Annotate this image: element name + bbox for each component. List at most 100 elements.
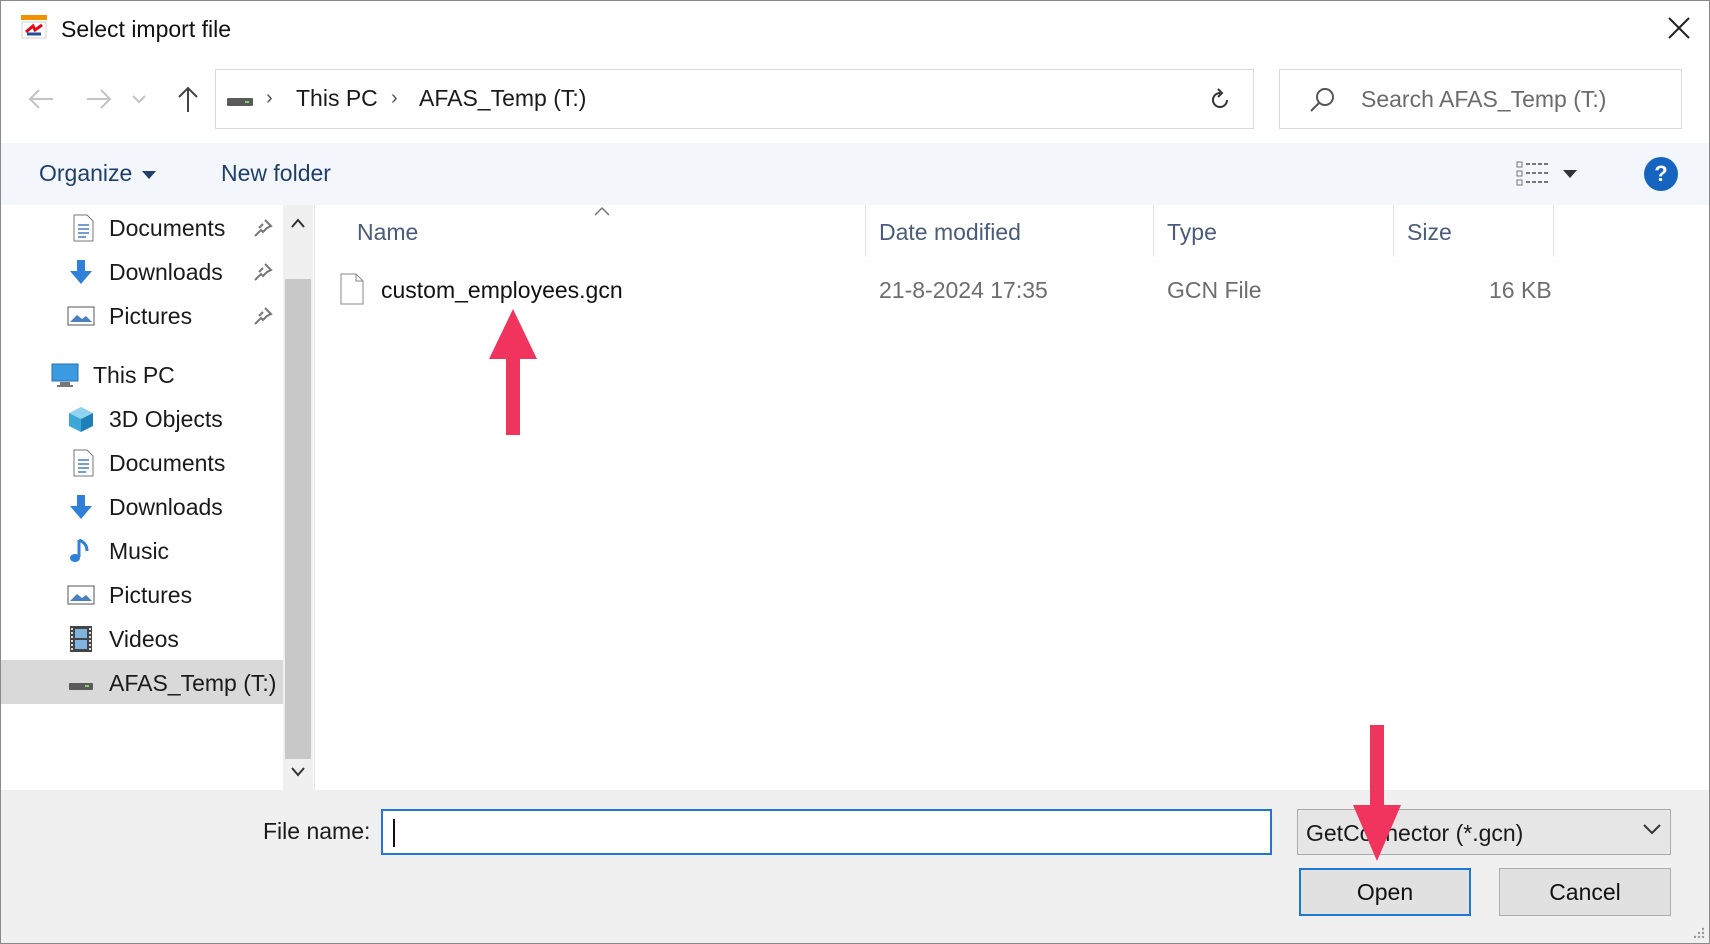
sidebar-item-pictures-pinned[interactable]: Pictures [1,293,283,337]
search-box[interactable]: Search AFAS_Temp (T:) [1279,69,1682,129]
navigation-pane: Documents Downloads Pictures This PC 3D … [1,205,315,790]
caret-down-icon [142,170,157,179]
pictures-icon [67,306,95,326]
resize-grip-icon[interactable] [1691,925,1705,939]
caret-down-icon [1563,170,1577,178]
search-icon [1310,88,1334,112]
sidebar-item-pictures[interactable]: Pictures [1,572,283,616]
file-type-value: GetConnector (*.gcn) [1306,820,1524,846]
downloads-icon [70,495,92,519]
app-logo-icon [21,15,47,39]
file-dialog: Select import file › This PC › AFAS_Temp… [0,0,1710,944]
search-placeholder: Search AFAS_Temp (T:) [1361,86,1607,112]
chevron-up-icon [291,218,305,228]
sort-ascending-icon [594,206,610,216]
sidebar-item-label: Pictures [109,582,193,608]
scroll-up-button[interactable] [283,205,313,241]
pin-icon [254,263,273,281]
organize-button[interactable]: Organize [39,160,157,187]
column-divider[interactable] [1393,205,1394,257]
downloads-icon [70,260,92,284]
file-type: GCN File [1167,277,1262,303]
column-header-size[interactable]: Size [1407,219,1452,251]
column-divider[interactable] [1153,205,1154,257]
chevron-down-icon [291,767,305,777]
sidebar-item-this-pc[interactable]: This PC [1,352,283,396]
organize-label: Organize [39,160,133,186]
drive-icon [227,98,253,106]
file-row[interactable]: custom_employees.gcn 21-8-2024 17:35 GCN… [331,267,1671,311]
column-header-name[interactable]: Name [357,219,418,251]
sidebar-item-3d-objects[interactable]: 3D Objects [1,396,283,440]
crumb-separator: › [266,87,273,109]
sidebar-item-downloads[interactable]: Downloads [1,484,283,528]
3d-objects-icon [69,407,93,432]
pin-icon [254,219,273,237]
arrow-left-icon [28,89,53,109]
close-icon [1668,17,1690,39]
sidebar-item-afas-temp[interactable]: AFAS_Temp (T:) [1,660,283,704]
cancel-button[interactable]: Cancel [1499,868,1671,916]
scroll-down-button[interactable] [283,754,313,790]
file-icon [340,273,364,305]
command-toolbar: Organize New folder [1,143,1709,205]
sidebar-item-label: 3D Objects [109,406,223,432]
crumb-separator: › [391,87,398,109]
open-button[interactable]: Open [1299,868,1471,916]
file-name-label: File name: [263,818,371,844]
change-view-button[interactable] [1516,157,1588,191]
pin-icon [254,307,273,325]
file-date-modified: 21-8-2024 17:35 [879,277,1048,303]
column-header-type[interactable]: Type [1167,219,1217,251]
drive-icon [69,683,93,690]
videos-icon [70,626,92,652]
sidebar-item-label: Downloads [109,259,223,285]
pictures-icon [67,585,95,605]
sidebar-item-documents[interactable]: Documents [1,440,283,484]
sidebar-item-label: Documents [109,450,226,476]
column-header-date-modified[interactable]: Date modified [879,219,1021,251]
address-bar[interactable]: › This PC › AFAS_Temp (T:) [215,69,1380,129]
help-button[interactable]: ? [1644,157,1678,191]
documents-icon [73,449,94,477]
chevron-down-icon [132,95,146,104]
music-icon [70,538,89,562]
annotation-arrow-down-icon [1353,725,1401,861]
sidebar-item-label: Music [109,538,170,564]
file-list: Name Date modified Type Size custom_empl… [317,205,1709,790]
breadcrumb-afas-temp[interactable]: AFAS_Temp (T:) [419,85,586,112]
text-cursor [393,819,395,847]
file-size: 16 KB [1489,277,1552,303]
refresh-icon [1212,88,1228,108]
sidebar-item-label: Videos [109,626,179,652]
scroll-thumb[interactable] [285,279,311,759]
refresh-button[interactable] [1187,69,1254,129]
sidebar-item-label: Downloads [109,494,223,520]
arrow-right-icon [87,89,112,109]
details-view-icon [1516,161,1549,186]
column-divider[interactable] [865,205,866,257]
title-bar: Select import file [1,1,1709,57]
back-button[interactable] [23,79,59,119]
sidebar-item-label: AFAS_Temp (T:) [109,670,277,696]
dialog-footer: File name: GetConnector (*.gcn) Open Can… [1,790,1709,943]
chevron-down-icon [1643,824,1661,835]
sidebar-item-label: Documents [109,215,226,241]
sidebar-item-documents-pinned[interactable]: Documents [1,205,283,249]
sidebar-item-label: This PC [93,362,175,388]
sidebar-scrollbar[interactable] [283,205,313,790]
sidebar-item-label: Pictures [109,303,193,329]
close-button[interactable] [1649,1,1709,55]
sidebar-item-downloads-pinned[interactable]: Downloads [1,249,283,293]
arrow-up-icon [178,86,198,112]
column-divider[interactable] [1553,205,1554,257]
breadcrumb-this-pc[interactable]: This PC [296,85,378,112]
new-folder-button[interactable]: New folder [221,160,331,187]
sidebar-item-music[interactable]: Music [1,528,283,572]
recent-locations-button[interactable] [129,79,149,119]
up-button[interactable] [170,79,206,119]
file-name-input[interactable] [381,809,1272,855]
file-name: custom_employees.gcn [381,277,623,303]
sidebar-item-videos[interactable]: Videos [1,616,283,660]
forward-button[interactable] [81,79,117,119]
